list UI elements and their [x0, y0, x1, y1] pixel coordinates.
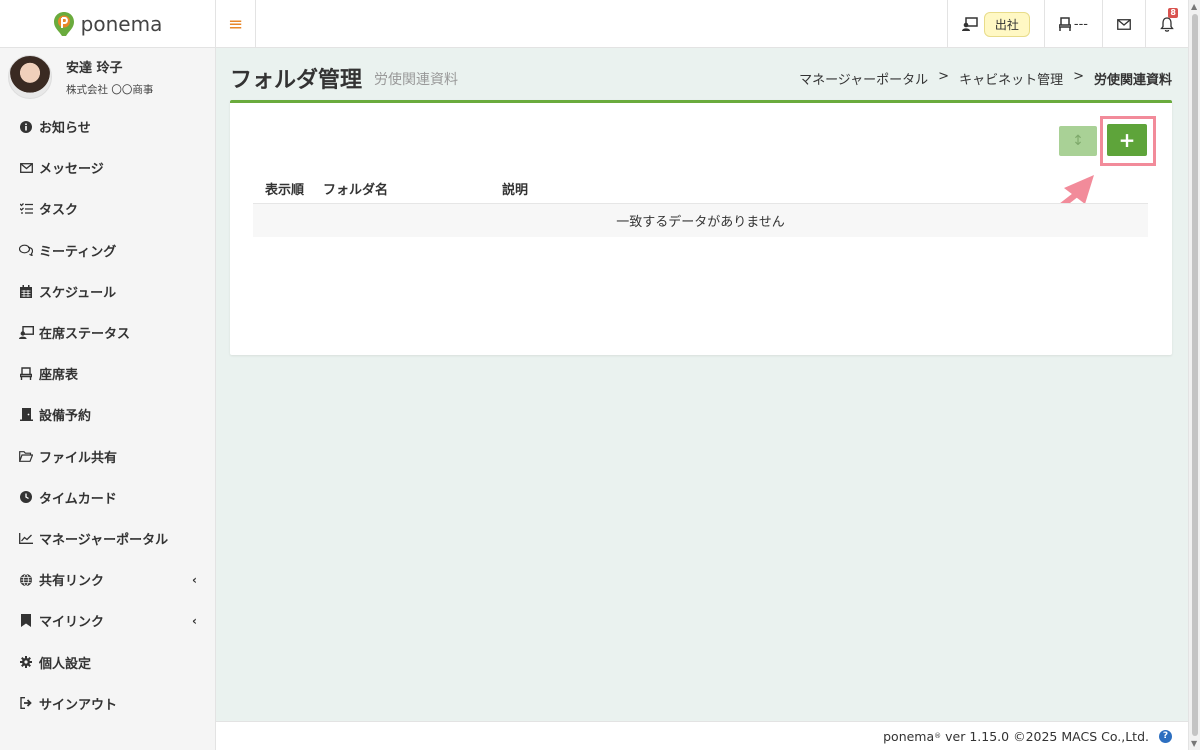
- globe-icon: [18, 573, 34, 586]
- sidebar-item-personal-settings[interactable]: 個人設定: [0, 641, 215, 682]
- registered-mark: ®: [934, 732, 942, 740]
- clock-icon: [18, 491, 34, 504]
- scroll-thumb[interactable]: [1192, 14, 1198, 736]
- footer-product: ponema: [883, 728, 935, 744]
- sidebar-item-facility-booking[interactable]: 設備予約: [0, 394, 215, 435]
- info-circle-icon: [18, 120, 34, 133]
- sort-order-button[interactable]: ↕: [1059, 126, 1097, 156]
- chevron-left-icon: ‹: [192, 613, 197, 628]
- chat-bubbles-icon: [18, 244, 34, 257]
- footer-version: ver 1.15.0 ©2025 MACS Co.,Ltd.: [945, 728, 1149, 744]
- column-header-order[interactable]: 表示順: [253, 179, 323, 198]
- sidebar-item-seating-chart[interactable]: 座席表: [0, 353, 215, 394]
- sidebar-item-my-links[interactable]: マイリンク ‹: [0, 600, 215, 641]
- sidebar-item-label: サインアウト: [39, 697, 118, 713]
- sidebar-item-tasks[interactable]: タスク: [0, 188, 215, 229]
- sidebar-item-label: 在席ステータス: [39, 327, 131, 343]
- folder-list-card: ↕ + 表示順 フォルダ名 説明 一致するデータがありません: [230, 100, 1172, 355]
- sidebar-item-label: スケジュール: [39, 285, 117, 301]
- chevron-left-icon: ‹: [192, 572, 197, 587]
- envelope-icon: [1117, 18, 1131, 30]
- sign-out-icon: [18, 697, 34, 710]
- sidebar: 安達 玲子 株式会社 〇〇商事 お知らせ メッセージ タスク ミーティング スケ…: [0, 48, 216, 750]
- gear-icon: [18, 656, 34, 669]
- sidebar-item-file-sharing[interactable]: ファイル共有: [0, 436, 215, 477]
- sidebar-item-label: マイリンク: [39, 615, 105, 631]
- sidebar-item-shared-links[interactable]: 共有リンク ‹: [0, 559, 215, 600]
- door-icon: [18, 408, 34, 422]
- sidebar-item-label: 共有リンク: [39, 574, 105, 590]
- breadcrumb-item-current: 労使関連資料: [1093, 73, 1172, 88]
- sidebar-item-label: 座席表: [39, 368, 79, 384]
- sidebar-item-label: 設備予約: [39, 409, 92, 425]
- user-name: 安達 玲子: [66, 61, 123, 76]
- chair-icon: [18, 367, 34, 381]
- logo-text: ponema: [80, 12, 163, 36]
- sort-arrows-icon: ↕: [1072, 133, 1084, 149]
- sidebar-item-messages[interactable]: メッセージ: [0, 147, 215, 188]
- plus-icon: +: [1118, 128, 1136, 152]
- seat-status-button[interactable]: ---: [1043, 0, 1102, 48]
- sidebar-item-timecard[interactable]: タイムカード: [0, 477, 215, 518]
- user-company: 株式会社 〇〇商事: [66, 84, 154, 96]
- add-folder-button[interactable]: +: [1107, 124, 1147, 156]
- scroll-up-icon[interactable]: ▲: [1191, 2, 1197, 11]
- sidebar-item-label: マネージャーポータル: [39, 532, 169, 548]
- folder-open-icon: [18, 450, 34, 462]
- notification-count-badge: 8: [1168, 8, 1178, 18]
- seat-status-text: ---: [1073, 16, 1088, 32]
- sidebar-item-presence-status[interactable]: 在席ステータス: [0, 312, 215, 353]
- top-bar: ponema ≡ 出社 --- 8: [0, 0, 1188, 48]
- sidebar-item-label: ファイル共有: [39, 450, 118, 466]
- sidebar-item-sign-out[interactable]: サインアウト: [0, 683, 215, 724]
- empty-table-message: 一致するデータがありません: [253, 203, 1148, 237]
- user-profile[interactable]: 安達 玲子 株式会社 〇〇商事: [0, 48, 215, 106]
- breadcrumb-separator: >: [1073, 69, 1084, 84]
- sidebar-item-label: タイムカード: [39, 491, 117, 507]
- presence-icon: [961, 17, 978, 31]
- sidebar-item-label: ミーティング: [39, 244, 117, 260]
- task-list-icon: [18, 203, 34, 215]
- sidebar-item-meetings[interactable]: ミーティング: [0, 230, 215, 271]
- sidebar-menu: お知らせ メッセージ タスク ミーティング スケジュール 在席ステータス 座席表…: [0, 106, 215, 724]
- messages-button[interactable]: [1102, 0, 1145, 48]
- breadcrumb-separator: >: [938, 69, 950, 84]
- bell-icon: [1160, 16, 1174, 32]
- folder-table: 表示順 フォルダ名 説明 一致するデータがありません: [253, 173, 1148, 237]
- page-scrollbar[interactable]: ▲ ▼: [1188, 0, 1200, 750]
- bookmark-icon: [18, 614, 34, 628]
- breadcrumb: マネージャーポータル > キャビネット管理 > 労使関連資料: [799, 69, 1172, 88]
- breadcrumb-item-manager-portal[interactable]: マネージャーポータル: [799, 69, 928, 88]
- page-subtitle: 労使関連資料: [374, 72, 458, 88]
- sidebar-item-label: メッセージ: [39, 162, 104, 178]
- app-logo[interactable]: ponema: [0, 0, 216, 48]
- sidebar-item-schedule[interactable]: スケジュール: [0, 271, 215, 312]
- column-header-folder-name[interactable]: フォルダ名: [323, 179, 502, 198]
- chart-line-icon: [18, 532, 34, 544]
- ponema-logo-icon: [53, 12, 74, 36]
- sidebar-item-notices[interactable]: お知らせ: [0, 106, 215, 147]
- help-icon[interactable]: ?: [1159, 729, 1172, 743]
- presence-icon: [18, 326, 34, 340]
- footer: ponema ® ver 1.15.0 ©2025 MACS Co.,Ltd. ?: [216, 721, 1188, 750]
- page-title: フォルダ管理: [230, 68, 363, 93]
- hamburger-menu-button[interactable]: ≡: [216, 0, 256, 48]
- breadcrumb-item-cabinet-management[interactable]: キャビネット管理: [959, 69, 1063, 88]
- sidebar-item-label: お知らせ: [39, 121, 91, 137]
- hamburger-icon: ≡: [227, 13, 244, 35]
- sidebar-item-label: 個人設定: [39, 656, 92, 672]
- sidebar-item-label: タスク: [39, 203, 79, 219]
- scroll-down-icon[interactable]: ▼: [1191, 739, 1197, 748]
- attendance-status-button[interactable]: 出社: [946, 0, 1044, 48]
- notifications-button[interactable]: 8: [1145, 0, 1188, 48]
- envelope-icon: [18, 162, 34, 173]
- table-header: 表示順 フォルダ名 説明: [253, 173, 1148, 203]
- avatar: [8, 55, 52, 99]
- main-content: フォルダ管理 労使関連資料 マネージャーポータル > キャビネット管理 > 労使…: [216, 48, 1188, 721]
- calendar-icon: [18, 284, 34, 298]
- sidebar-item-manager-portal[interactable]: マネージャーポータル: [0, 518, 215, 559]
- chair-icon: [1058, 17, 1071, 31]
- attendance-status-badge: 出社: [983, 11, 1030, 37]
- column-header-description[interactable]: 説明: [502, 179, 1148, 198]
